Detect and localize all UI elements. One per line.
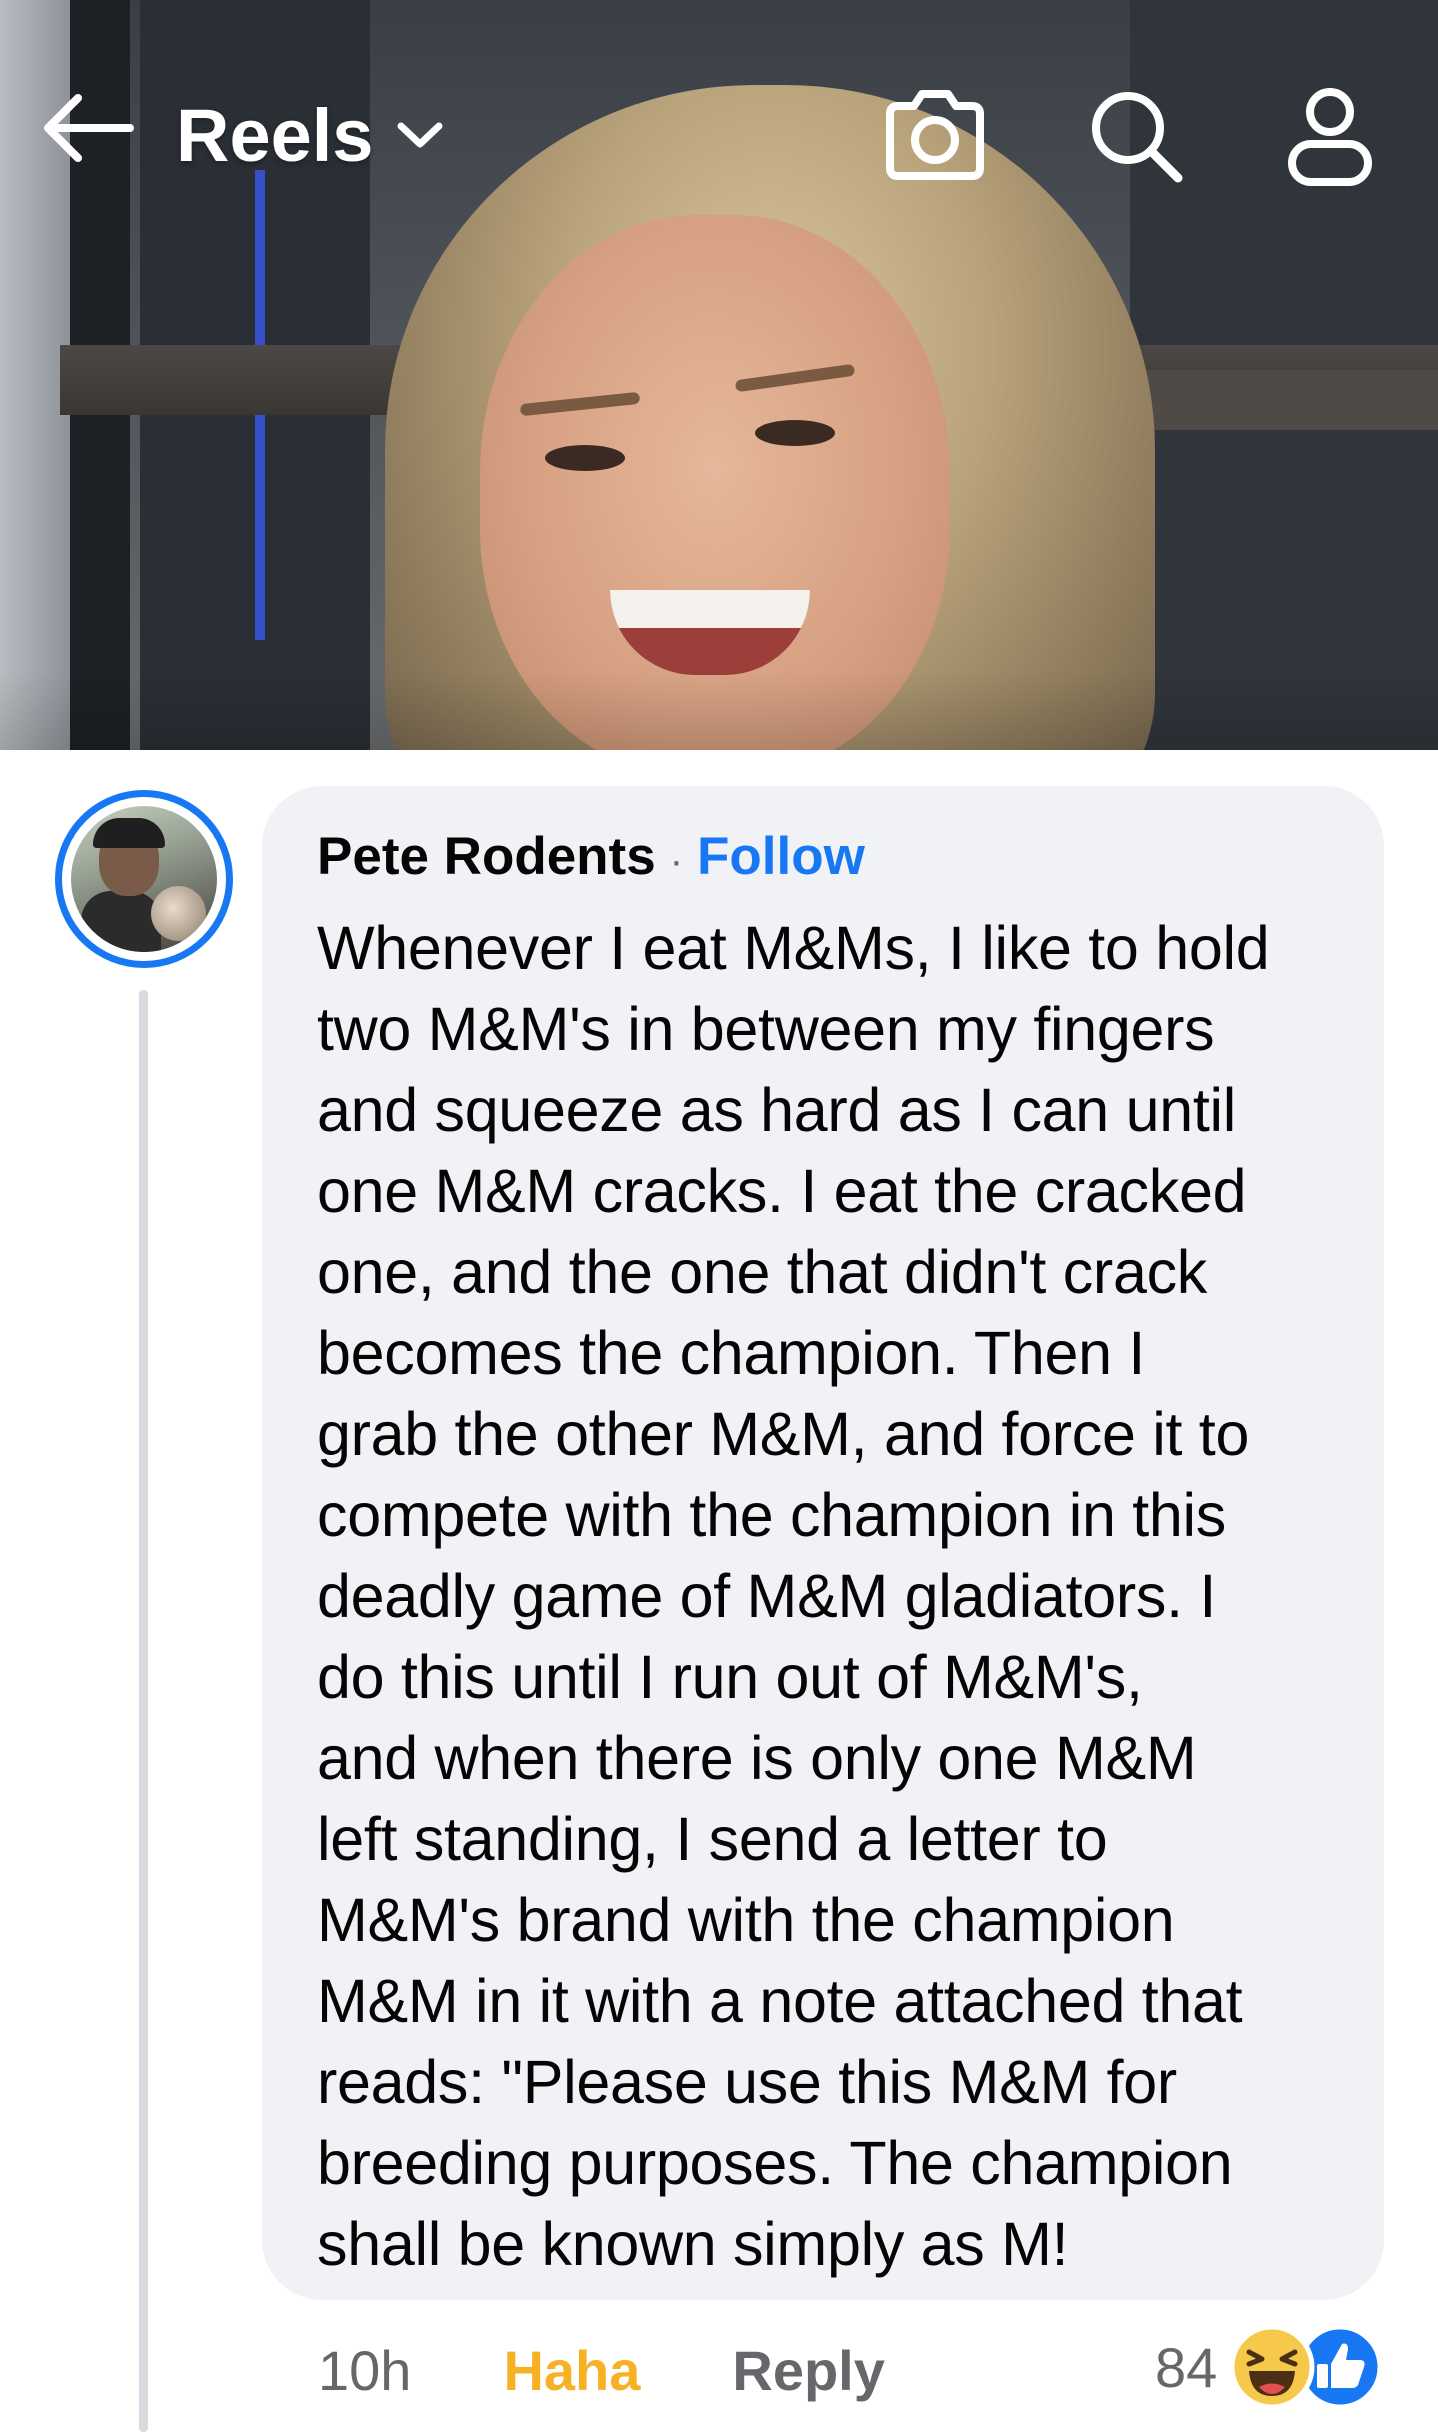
haha-reaction-button[interactable]: Haha — [503, 2338, 640, 2403]
comment-line: deadly game of M&M gladiators. I — [317, 1562, 1217, 1630]
comment-line: grab the other M&M, and force it to — [317, 1400, 1250, 1468]
reels-title-dropdown[interactable]: Reels — [176, 90, 445, 180]
video-person-eye — [545, 445, 625, 471]
comment-line: M&M's brand with the champion — [317, 1886, 1175, 1954]
video-person-eye — [755, 420, 835, 446]
comment-header: Pete Rodents · Follow — [317, 826, 1384, 898]
thread-line — [139, 990, 148, 2432]
comment-line: left standing, I send a letter to — [317, 1805, 1108, 1873]
comment-bubble[interactable]: Pete Rodents · Follow Whenever I eat M&M… — [262, 786, 1384, 2300]
comment-line: and squeeze as hard as I can until — [317, 1076, 1236, 1144]
reply-button[interactable]: Reply — [732, 2338, 885, 2403]
commenter-avatar[interactable] — [55, 790, 233, 968]
comment-timestamp: 10h — [318, 2338, 412, 2402]
page-title: Reels — [176, 93, 374, 177]
reels-top-bar: Reels — [0, 60, 1438, 210]
follow-button[interactable]: Follow — [697, 826, 865, 887]
reaction-icons — [1229, 2324, 1389, 2410]
comment-line: M&M in it with a note attached that — [317, 1967, 1243, 2035]
camera-button[interactable] — [880, 80, 990, 190]
comment-line: and when there is only one M&M — [317, 1724, 1197, 1792]
arrow-left-icon — [44, 94, 134, 162]
comment-line: two M&M's in between my fingers — [317, 995, 1215, 1063]
profile-button[interactable] — [1275, 80, 1385, 190]
separator-dot: · — [669, 839, 684, 883]
back-button[interactable] — [38, 88, 138, 168]
chevron-down-icon — [397, 122, 443, 148]
comment-line: one, and the one that didn't crack — [317, 1238, 1207, 1306]
reaction-summary[interactable]: 84 — [1155, 2322, 1389, 2412]
comment-author[interactable]: Pete Rodents — [317, 826, 656, 887]
search-icon — [1092, 92, 1183, 183]
video-shade — [0, 670, 1438, 750]
camera-icon — [886, 90, 984, 180]
comment-text: Whenever I eat M&Ms, I like to hold two … — [317, 908, 1384, 2285]
comment-line: shall be known simply as M! — [317, 2210, 1069, 2278]
comment-line: one M&M cracks. I eat the cracked — [317, 1157, 1247, 1225]
person-icon — [1288, 88, 1372, 186]
comment-line: compete with the champion in this — [317, 1481, 1226, 1549]
haha-emoji-icon — [1229, 2324, 1315, 2410]
comment-line: breeding purposes. The champion — [317, 2129, 1233, 2197]
comment-line: Whenever I eat M&Ms, I like to hold — [317, 914, 1270, 982]
comment-line: reads: "Please use this M&M for — [317, 2048, 1177, 2116]
comment-line: do this until I run out of M&M's, — [317, 1643, 1143, 1711]
comment-line: becomes the champion. Then I — [317, 1319, 1146, 1387]
comment-actions: 10h Haha Reply — [318, 2330, 885, 2410]
search-button[interactable] — [1080, 80, 1190, 190]
reaction-count: 84 — [1155, 2335, 1218, 2399]
